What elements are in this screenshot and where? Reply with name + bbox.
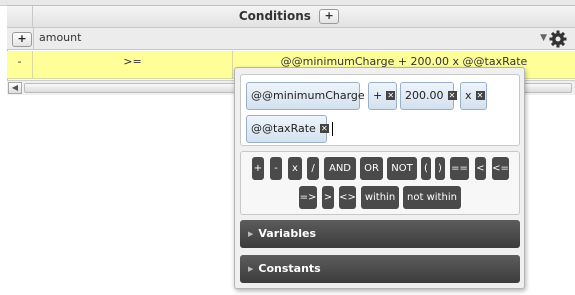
operator-button[interactable]: AND <box>324 157 356 180</box>
operator-button[interactable]: <> <box>339 186 356 209</box>
operator-button[interactable]: x <box>288 157 302 180</box>
expression-token[interactable]: x ✕ <box>460 82 487 110</box>
chevron-down-icon: ▼ <box>540 33 547 43</box>
operator-button[interactable]: ( <box>421 157 431 180</box>
operator-button[interactable]: - <box>270 157 282 180</box>
add-condition-button[interactable]: + <box>319 9 340 24</box>
text-caret <box>332 122 333 136</box>
expression-editor-popup: @@minimumCharge✕ +✕ 200.00✕ x✕ @@taxRate… <box>234 67 525 289</box>
conditions-title: Conditions + <box>7 9 575 24</box>
constants-section-header[interactable]: ▶ Constants <box>240 255 520 283</box>
close-icon[interactable]: ✕ <box>447 90 457 100</box>
expression-input[interactable]: @@minimumCharge✕ +✕ 200.00✕ x✕ @@taxRate… <box>240 74 520 146</box>
operator-button[interactable]: / <box>307 157 319 180</box>
token-label: x <box>465 89 472 102</box>
token-label: 200.00 <box>405 89 444 102</box>
field-select[interactable]: amount ▼ <box>33 28 551 49</box>
operator-button[interactable]: < <box>475 157 486 180</box>
operator-cell[interactable]: >= <box>33 51 233 79</box>
section-label: Constants <box>258 262 321 275</box>
close-icon[interactable]: ✕ <box>386 90 396 100</box>
conditions-title-label: Conditions <box>238 9 311 23</box>
expression-token[interactable]: 200.00 ✕ <box>400 82 457 110</box>
field-row: + amount ▼ <box>7 28 575 50</box>
operator-button[interactable]: ) <box>435 157 445 180</box>
triangle-right-icon: ▶ <box>248 265 254 273</box>
token-label: @@minimumCharge <box>251 89 365 102</box>
scroll-left-icon[interactable]: ◀ <box>8 82 22 94</box>
field-select-value: amount <box>39 31 82 44</box>
operator-button[interactable]: within <box>361 186 399 209</box>
expression-token[interactable]: @@minimumCharge✕ <box>246 82 378 110</box>
expression-token[interactable]: + ✕ <box>368 82 397 110</box>
operator-palette: + - x / AND OR NOT ( ) == < <= => > <> w… <box>240 151 520 215</box>
operator-button[interactable]: <= <box>492 157 509 180</box>
add-field-button[interactable]: + <box>12 32 32 47</box>
operator-button[interactable]: OR <box>360 157 383 180</box>
section-label: Variables <box>258 227 316 240</box>
operator-button[interactable]: => <box>299 186 317 209</box>
close-icon[interactable]: ✕ <box>475 90 485 100</box>
variables-section-header[interactable]: ▶ Variables <box>240 220 520 248</box>
expression-token[interactable]: @@taxRate ✕ <box>246 115 329 143</box>
operator-button[interactable]: not within <box>403 186 461 209</box>
operator-button[interactable]: > <box>322 186 334 209</box>
token-label: @@taxRate <box>251 122 316 135</box>
conditions-header: Conditions + <box>7 6 575 28</box>
gear-icon[interactable] <box>548 29 568 49</box>
operator-button[interactable]: == <box>450 157 469 180</box>
token-label: + <box>373 89 383 102</box>
operator-button[interactable]: + <box>252 157 264 180</box>
close-icon[interactable]: ✕ <box>319 123 329 133</box>
remove-row-button[interactable]: - <box>7 51 33 79</box>
triangle-right-icon: ▶ <box>248 230 254 238</box>
column-divider <box>32 6 33 28</box>
operator-button[interactable]: NOT <box>387 157 417 180</box>
